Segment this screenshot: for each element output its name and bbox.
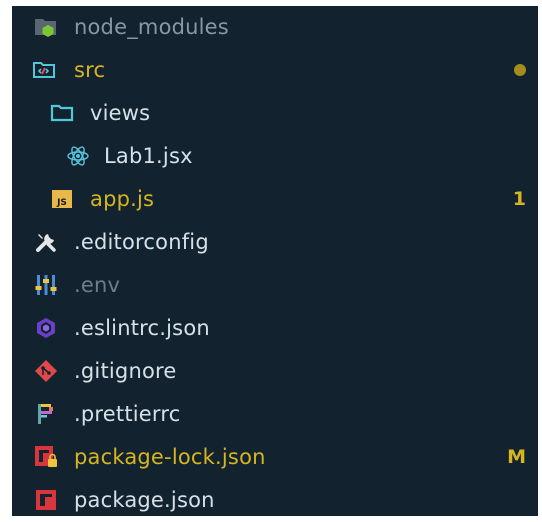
problem-count-badge: 1: [512, 188, 526, 210]
prettier-icon: [38, 404, 53, 424]
tree-item-env[interactable]: .env: [12, 264, 538, 306]
tree-item-label: .env: [74, 273, 121, 297]
react-icon: [67, 146, 89, 166]
tree-item-label: views: [90, 101, 151, 125]
tree-item-label: .prettierrc: [74, 402, 181, 426]
tree-item-label: src: [74, 58, 106, 82]
tree-item-label: Lab1.jsx: [104, 144, 193, 168]
src-folder-icon: [33, 62, 55, 78]
tree-item-node-modules[interactable]: node_modules: [12, 6, 538, 48]
tree-item-label: .gitignore: [74, 359, 177, 383]
file-tree: node_modules src views Lab1.jsx JS app.j…: [12, 6, 538, 516]
tools-icon: [36, 234, 56, 252]
npm-icon: [36, 490, 56, 510]
modified-dot: [514, 64, 526, 76]
tree-item-gitignore[interactable]: .gitignore: [12, 350, 538, 392]
modified-badge: M: [507, 446, 526, 468]
tree-item-src[interactable]: src: [12, 49, 538, 91]
tree-item-app-js[interactable]: JS app.js 1: [12, 178, 538, 220]
js-icon: JS: [52, 190, 72, 208]
tree-item-label: package-lock.json: [74, 445, 266, 469]
tree-item-label: .editorconfig: [74, 230, 209, 254]
tree-item-lab1-jsx[interactable]: Lab1.jsx: [12, 135, 538, 177]
tree-item-views[interactable]: views: [12, 92, 538, 134]
npm-lock-icon: [35, 446, 57, 467]
tree-item-prettierrc[interactable]: .prettierrc: [12, 393, 538, 435]
git-icon: [35, 360, 57, 382]
tree-item-label: .eslintrc.json: [74, 316, 210, 340]
file-explorer-panel: node_modules src views Lab1.jsx JS app.j…: [12, 6, 538, 516]
folder-icon: [50, 104, 74, 122]
svg-text:JS: JS: [56, 198, 67, 208]
tree-item-editorconfig[interactable]: .editorconfig: [12, 221, 538, 263]
node-folder-icon: [35, 19, 56, 37]
tree-item-eslintrc[interactable]: .eslintrc.json: [12, 307, 538, 349]
tree-item-package-json[interactable]: package.json: [12, 479, 538, 516]
tree-item-label: app.js: [90, 187, 155, 211]
tree-item-package-lock[interactable]: package-lock.json M: [12, 436, 538, 478]
env-icon: [35, 275, 57, 295]
eslint-icon: [37, 318, 55, 338]
tree-item-label: node_modules: [74, 15, 229, 39]
tree-item-label: package.json: [74, 488, 215, 512]
